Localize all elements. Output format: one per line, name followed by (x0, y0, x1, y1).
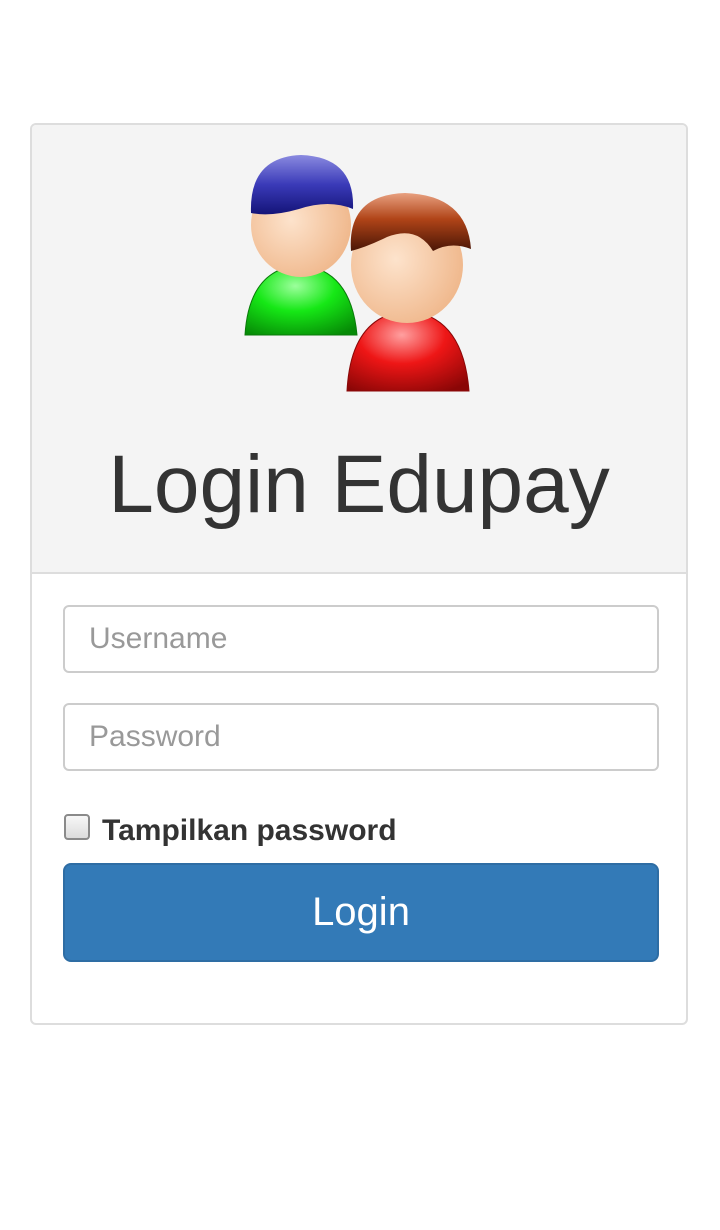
users-icon (244, 155, 471, 392)
show-password-row[interactable]: Tampilkan password (64, 811, 397, 851)
panel-heading: Login Edupay (32, 125, 686, 574)
show-password-label[interactable]: Tampilkan password (102, 814, 397, 848)
show-password-checkbox[interactable] (64, 814, 90, 840)
password-input[interactable] (63, 703, 659, 771)
login-button[interactable]: Login (63, 863, 659, 962)
username-input[interactable] (63, 605, 659, 673)
page-title: Login Edupay (108, 439, 610, 530)
login-panel: Login Edupay Tampilkan password Login (30, 123, 688, 1025)
